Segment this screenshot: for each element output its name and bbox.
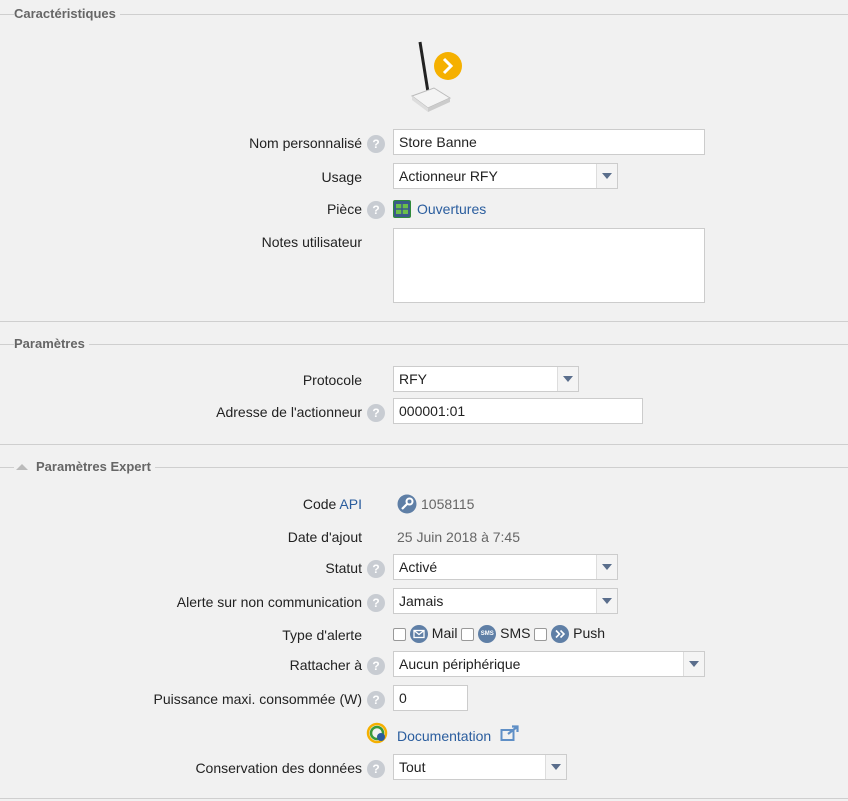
alerte-select[interactable]: Jamais <box>393 588 618 614</box>
usage-label: Usage <box>321 169 362 185</box>
help-icon[interactable]: ? <box>367 657 385 675</box>
rattacher-select[interactable]: Aucun périphérique <box>393 651 705 677</box>
row-adresse: Adresse de l'actionneur ? 000001:01 <box>0 398 848 426</box>
adresse-label: Adresse de l'actionneur <box>216 404 362 420</box>
alerte-label: Alerte sur non communication <box>176 594 362 610</box>
key-icon <box>397 494 417 517</box>
piece-link[interactable]: Ouvertures <box>417 201 486 217</box>
protocole-select[interactable]: RFY <box>393 366 579 392</box>
statut-label: Statut <box>325 560 362 576</box>
row-type-alerte: Type d'alerte Mail SMS SMS Push <box>0 621 848 649</box>
nom-input[interactable]: Store Banne <box>393 129 705 155</box>
push-icon <box>551 625 570 644</box>
help-icon[interactable]: ? <box>367 201 385 219</box>
rattacher-label: Rattacher à <box>289 657 362 673</box>
conservation-select[interactable]: Tout <box>393 754 567 780</box>
row-code: Code API 1058115 <box>0 490 848 518</box>
chevron-down-icon[interactable] <box>596 555 617 579</box>
help-icon[interactable]: ? <box>367 594 385 612</box>
row-statut: Statut ? Activé <box>0 554 848 582</box>
chevron-down-icon[interactable] <box>557 367 578 391</box>
mail-label: Mail <box>431 625 458 641</box>
code-value: 1058115 <box>421 496 475 512</box>
conservation-select-value: Tout <box>399 759 426 775</box>
protocole-label: Protocole <box>302 372 362 388</box>
chevron-down-icon[interactable] <box>596 164 617 188</box>
notes-textarea[interactable] <box>393 228 705 303</box>
section-expert-label: Paramètres Expert <box>36 459 151 474</box>
room-icon <box>393 200 411 218</box>
separator <box>0 798 848 799</box>
row-nom: Nom personnalisé ? Store Banne <box>0 129 848 157</box>
help-icon[interactable]: ? <box>367 691 385 709</box>
statut-select-value: Activé <box>399 559 438 575</box>
mail-checkbox[interactable] <box>393 627 406 641</box>
alerte-select-value: Jamais <box>399 593 444 609</box>
help-icon[interactable]: ? <box>367 404 385 422</box>
documentation-icon <box>366 722 388 747</box>
row-notes: Notes utilisateur <box>0 228 848 304</box>
statut-select[interactable]: Activé <box>393 554 618 580</box>
section-parametres-title: Paramètres <box>14 336 89 351</box>
puissance-label: Puissance maxi. consommée (W) <box>153 691 362 707</box>
usage-select-value: Actionneur RFY <box>399 168 498 184</box>
sms-icon: SMS <box>478 625 497 644</box>
documentation-link[interactable]: Documentation <box>397 728 491 744</box>
separator <box>0 444 848 445</box>
protocole-select-value: RFY <box>399 371 427 387</box>
adresse-input[interactable]: 000001:01 <box>393 398 643 424</box>
chevron-down-icon[interactable] <box>596 589 617 613</box>
rattacher-select-value: Aucun périphérique <box>399 656 521 672</box>
mail-icon <box>409 625 428 644</box>
row-protocole: Protocole RFY <box>0 366 848 394</box>
collapse-triangle-icon[interactable] <box>16 463 28 470</box>
nom-label: Nom personnalisé <box>249 135 362 151</box>
row-date: Date d'ajout 25 Juin 2018 à 7:45 <box>0 523 848 551</box>
chevron-down-icon[interactable] <box>683 652 704 676</box>
row-piece: Pièce ? Ouvertures <box>0 195 848 223</box>
chevron-down-icon[interactable] <box>545 755 566 779</box>
api-link[interactable]: API <box>339 496 362 512</box>
row-puissance: Puissance maxi. consommée (W) ? 0 <box>0 685 848 713</box>
help-icon[interactable]: ? <box>367 135 385 153</box>
type-alerte-label: Type d'alerte <box>282 627 362 643</box>
date-label: Date d'ajout <box>287 529 362 545</box>
piece-label: Pièce <box>326 201 362 217</box>
conservation-label: Conservation des données <box>195 760 362 776</box>
notes-label: Notes utilisateur <box>261 234 362 250</box>
type-alerte-options: Mail SMS SMS Push <box>393 625 606 644</box>
separator <box>0 321 848 322</box>
puissance-input[interactable]: 0 <box>393 685 468 711</box>
push-label: Push <box>573 625 606 641</box>
help-icon[interactable]: ? <box>367 560 385 578</box>
push-checkbox[interactable] <box>534 627 548 641</box>
usage-select[interactable]: Actionneur RFY <box>393 163 618 189</box>
row-rattacher: Rattacher à ? Aucun périphérique <box>0 651 848 679</box>
row-conservation: Conservation des données ? Tout <box>0 754 848 782</box>
help-icon[interactable]: ? <box>367 760 385 778</box>
sms-checkbox[interactable] <box>461 627 475 641</box>
code-label: Code API <box>302 496 362 512</box>
row-documentation: Documentation <box>0 721 848 749</box>
date-value: 25 Juin 2018 à 7:45 <box>397 529 520 545</box>
row-alerte: Alerte sur non communication ? Jamais <box>0 588 848 616</box>
section-expert-title[interactable]: Paramètres Expert <box>14 459 155 474</box>
device-icon <box>408 40 468 114</box>
section-caracteristiques-title: Caractéristiques <box>14 6 120 21</box>
row-usage: Usage Actionneur RFY <box>0 163 848 191</box>
external-link-icon[interactable] <box>500 724 520 745</box>
sms-label: SMS <box>500 625 531 641</box>
